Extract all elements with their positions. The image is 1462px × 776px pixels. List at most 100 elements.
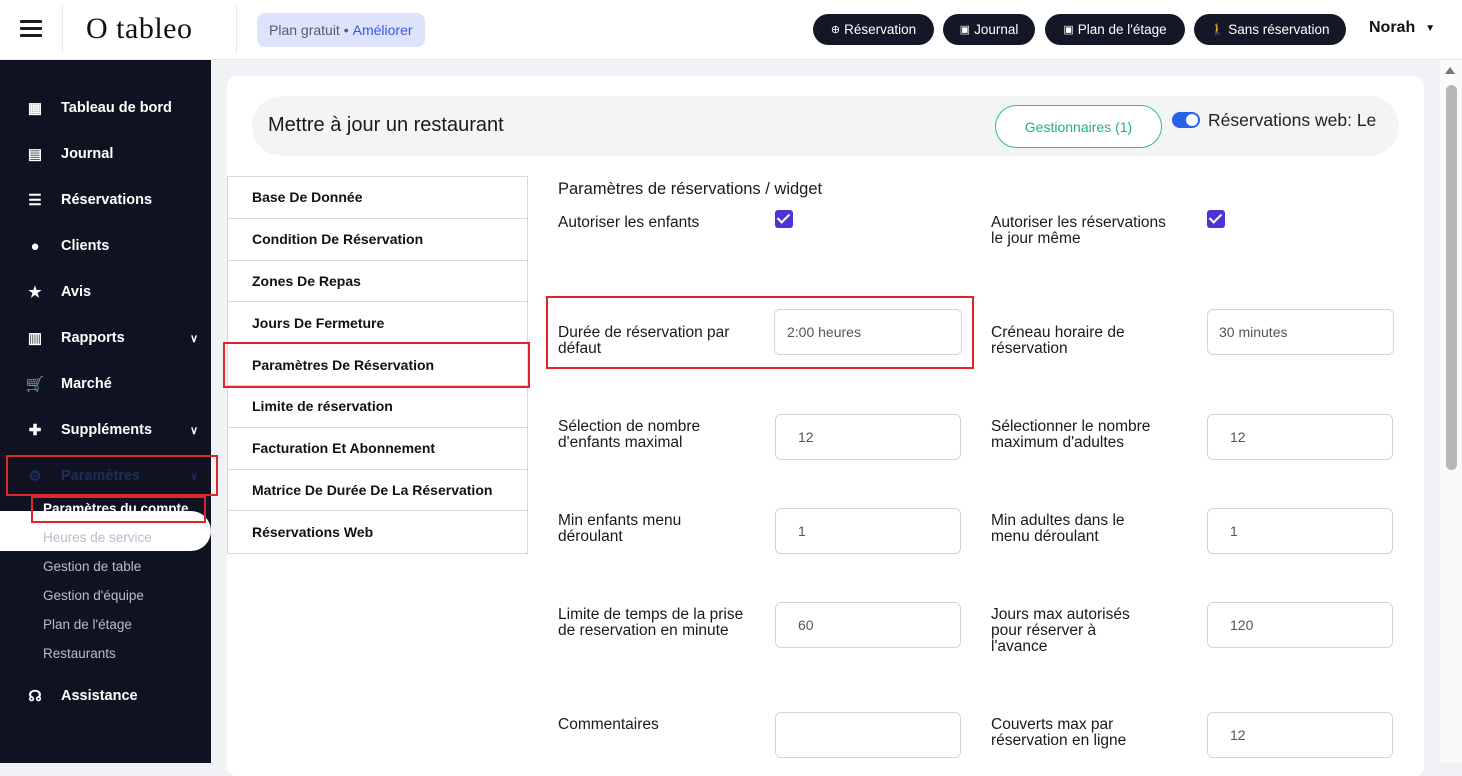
walk-in-button-label: Sans réservation: [1228, 22, 1330, 37]
comments-label: Commentaires: [558, 716, 659, 733]
sidebar-item-label: Paramètres: [61, 468, 140, 484]
sidebar-item-label: Journal: [61, 146, 114, 162]
sidebar-item-addons[interactable]: ✚ Suppléments ∨: [24, 418, 202, 442]
web-reservations-toggle[interactable]: [1172, 112, 1200, 128]
new-reservation-button[interactable]: ⊕ Réservation: [813, 14, 934, 45]
sidebar-item-clients[interactable]: ● Clients: [24, 234, 202, 258]
chevron-down-icon: ∨: [189, 470, 198, 483]
managers-button[interactable]: Gestionnaires (1): [995, 105, 1162, 148]
max-adults-label: Sélectionner le nombre maximum d'adultes: [991, 418, 1151, 451]
book-icon: ▤: [27, 146, 43, 163]
max-children-field[interactable]: [775, 414, 961, 460]
user-icon: ●: [30, 237, 40, 255]
calendar-icon: ▣: [959, 24, 971, 36]
puzzle-icon: ✚: [28, 422, 42, 439]
sidebar-item-reports[interactable]: ▥ Rapports ∨: [24, 326, 202, 350]
settings-tabs: Base De Donnée Condition De Réservation …: [227, 176, 528, 555]
plan-badge: Plan gratuit • Améliorer: [257, 13, 425, 47]
bar-chart-icon: ▥: [27, 330, 43, 347]
sidebar-item-market[interactable]: 🛒 Marché: [24, 372, 202, 396]
journal-button-label: Journal: [974, 22, 1019, 37]
journal-button[interactable]: ▣ Journal: [943, 14, 1035, 45]
allow-same-day-checkbox[interactable]: [1207, 210, 1225, 228]
tab-reservation-settings[interactable]: Paramètres De Réservation: [228, 344, 527, 386]
default-duration-label: Durée de réservation par défaut: [558, 324, 730, 357]
divider: [236, 6, 237, 54]
default-duration-field[interactable]: [774, 309, 962, 355]
cart-icon: 🛒: [25, 376, 45, 393]
sidebar-item-reviews[interactable]: ★ Avis: [24, 280, 202, 304]
sidebar-item-label: Rapports: [61, 330, 125, 346]
chevron-down-icon: ∨: [189, 424, 198, 437]
subnav-service-hours[interactable]: Heures de service: [43, 530, 152, 545]
gear-icon: ⚙: [28, 468, 42, 485]
user-name: Norah: [1369, 19, 1416, 36]
allow-same-day-label: Autoriser les réservations le jour même: [991, 214, 1166, 247]
subnav-floor-plan[interactable]: Plan de l'étage: [43, 617, 132, 632]
plan-label: Plan gratuit •: [269, 22, 349, 38]
max-covers-label: Couverts max par réservation en ligne: [991, 716, 1127, 749]
upgrade-link[interactable]: Améliorer: [353, 22, 413, 38]
sidebar-item-label: Avis: [61, 284, 92, 300]
app-logo[interactable]: O tableo: [86, 12, 192, 46]
tab-database[interactable]: Base De Donnée: [228, 177, 527, 219]
walk-in-button[interactable]: 🚶 Sans réservation: [1194, 14, 1346, 45]
min-children-field[interactable]: [775, 508, 961, 554]
scrollbar-thumb[interactable]: [1446, 85, 1457, 470]
caret-down-icon: ▼: [1425, 22, 1436, 34]
scroll-up-arrow-icon[interactable]: [1445, 67, 1455, 74]
max-days-label: Jours max autorisés pour réserver à l'av…: [991, 606, 1130, 655]
menu-icon[interactable]: [20, 20, 42, 38]
sidebar-item-label: Clients: [61, 238, 110, 254]
sidebar-item-label: Marché: [61, 376, 112, 392]
max-days-field[interactable]: [1207, 602, 1393, 648]
comments-field[interactable]: [775, 712, 961, 758]
headset-icon: ☊: [28, 688, 42, 705]
sidebar-item-reservations[interactable]: ☰ Réservations: [24, 188, 202, 212]
tab-web-reservations[interactable]: Réservations Web: [228, 511, 527, 554]
star-icon: ★: [28, 284, 42, 301]
time-slot-label: Créneau horaire de réservation: [991, 324, 1125, 357]
max-covers-field[interactable]: [1207, 712, 1393, 758]
time-limit-label: Limite de temps de la prise de reservati…: [558, 606, 744, 639]
list-icon: ☰: [28, 192, 42, 209]
max-adults-field[interactable]: [1207, 414, 1393, 460]
page-title: Mettre à jour un restaurant: [268, 114, 504, 136]
tab-reservation-conditions[interactable]: Condition De Réservation: [228, 218, 527, 261]
subnav-account-settings[interactable]: Paramètres du compte: [43, 501, 189, 516]
tab-reservation-limit[interactable]: Limite de réservation: [228, 385, 527, 428]
sidebar-item-support[interactable]: ☊ Assistance: [24, 684, 202, 708]
allow-children-checkbox[interactable]: [775, 210, 793, 228]
min-adults-field[interactable]: [1207, 508, 1393, 554]
sidebar: ▦ Tableau de bord ▤ Journal ☰ Réservatio…: [0, 60, 211, 763]
sidebar-item-label: Suppléments: [61, 422, 153, 438]
floor-plan-button[interactable]: ▣ Plan de l'étage: [1045, 14, 1185, 45]
sidebar-item-label: Tableau de bord: [61, 100, 172, 116]
sidebar-item-journal[interactable]: ▤ Journal: [24, 142, 202, 166]
sidebar-item-label: Réservations: [61, 192, 153, 208]
floor-plan-button-label: Plan de l'étage: [1077, 22, 1167, 37]
sidebar-item-dashboard[interactable]: ▦ Tableau de bord: [24, 96, 202, 120]
chevron-down-icon: ∨: [189, 332, 198, 345]
dashboard-icon: ▦: [27, 100, 43, 117]
tab-duration-matrix[interactable]: Matrice De Durée De La Réservation: [228, 469, 527, 512]
sidebar-item-settings[interactable]: ⚙ Paramètres ∨: [24, 464, 202, 488]
min-adults-label: Min adultes dans le menu déroulant: [991, 512, 1125, 545]
section-title: Paramètres de réservations / widget: [558, 180, 823, 198]
time-slot-field[interactable]: [1207, 309, 1394, 355]
max-children-label: Sélection de nombre d'enfants maximal: [558, 418, 701, 451]
calendar-icon: ▣: [1063, 24, 1074, 36]
plus-circle-icon: ⊕: [830, 24, 841, 36]
user-menu[interactable]: Norah ▼: [1369, 19, 1435, 37]
allow-children-label: Autoriser les enfants: [558, 214, 700, 231]
tab-billing[interactable]: Facturation Et Abonnement: [228, 427, 527, 470]
new-reservation-label: Réservation: [844, 22, 917, 37]
subnav-restaurants[interactable]: Restaurants: [43, 646, 116, 661]
sidebar-item-label: Assistance: [61, 688, 138, 704]
min-children-label: Min enfants menu déroulant: [558, 512, 682, 545]
tab-dining-zones[interactable]: Zones De Repas: [228, 260, 527, 303]
subnav-table-management[interactable]: Gestion de table: [43, 559, 141, 574]
time-limit-field[interactable]: [775, 602, 961, 648]
subnav-team-management[interactable]: Gestion d'équipe: [43, 588, 144, 603]
tab-closing-days[interactable]: Jours De Fermeture: [228, 302, 527, 345]
